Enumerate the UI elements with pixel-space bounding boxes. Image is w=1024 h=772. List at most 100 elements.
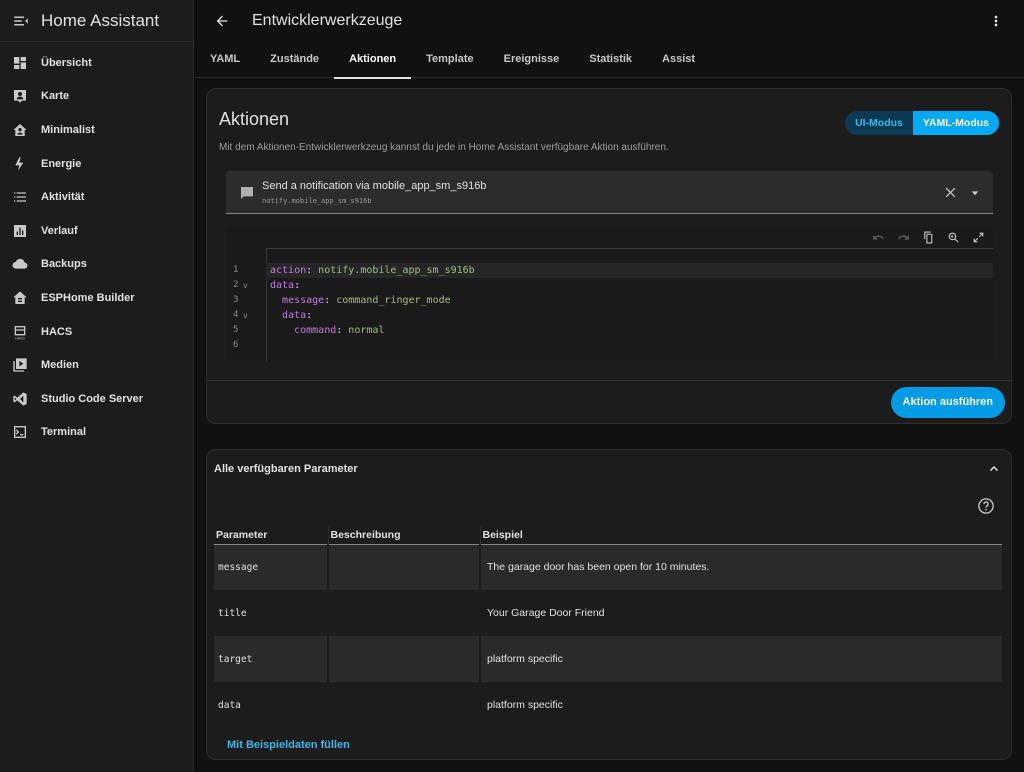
tab-assist[interactable]: Assist bbox=[647, 42, 710, 78]
sidebar-item-hacs[interactable]: HACS HACS bbox=[0, 315, 193, 349]
ui-mode-button[interactable]: UI-Modus bbox=[845, 111, 913, 135]
run-action-button[interactable]: Aktion ausführen bbox=[890, 387, 1005, 418]
sidebar-item-terminal[interactable]: Terminal bbox=[0, 416, 193, 450]
sidebar-item-backups[interactable]: Backups bbox=[0, 248, 193, 282]
sidebar-item-label: Karte bbox=[41, 90, 70, 103]
parameter-name: data bbox=[214, 682, 329, 728]
sidebar-item-minimalist[interactable]: Minimalist bbox=[0, 113, 193, 147]
code-line: 3 message: command_ringer_mode bbox=[226, 293, 993, 308]
line-number: 6 bbox=[233, 340, 239, 350]
code-line: 4v data: bbox=[226, 308, 993, 323]
parameter-description bbox=[328, 590, 481, 636]
redo-icon[interactable] bbox=[897, 231, 910, 244]
table-row: title Your Garage Door Friend bbox=[214, 590, 1004, 636]
sidebar-item-esphome-builder[interactable]: ESPHome Builder bbox=[0, 281, 193, 315]
sidebar-item-label: Backups bbox=[41, 258, 87, 271]
yaml-code-editor[interactable]: 1 action: notify.mobile_app_sm_s916b 2 v dat… bbox=[226, 227, 993, 361]
code-line: 1 action: notify.mobile_app_sm_s916b bbox=[233, 263, 993, 278]
parameter-example: platform specific bbox=[480, 636, 1004, 682]
search-replace-icon[interactable] bbox=[947, 231, 960, 244]
yaml-key: data bbox=[282, 310, 307, 321]
sidebar-item-aktivitaet[interactable]: Aktivität bbox=[0, 180, 193, 214]
tab-aktionen[interactable]: Aktionen bbox=[334, 42, 412, 79]
tab-zustaende[interactable]: Zustände bbox=[255, 42, 334, 78]
sidebar-item-verlauf[interactable]: Verlauf bbox=[0, 214, 193, 248]
sidebar-item-label: Verlauf bbox=[41, 224, 78, 237]
more-vertical-icon[interactable] bbox=[988, 13, 1004, 29]
table-row: target platform specific bbox=[214, 636, 1004, 682]
column-header: Beschreibung bbox=[328, 527, 481, 545]
sidebar-item-uebersicht[interactable]: Übersicht bbox=[0, 46, 193, 80]
editor-toolbar bbox=[872, 231, 985, 244]
tab-statistik[interactable]: Statistik bbox=[574, 42, 647, 78]
column-header: Beispiel bbox=[480, 527, 1003, 545]
code-line: 2 v data: bbox=[226, 278, 993, 293]
sidebar-item-studio-code-server[interactable]: Studio Code Server bbox=[0, 382, 193, 416]
esphome-icon bbox=[12, 290, 28, 306]
column-header: Parameter bbox=[214, 527, 329, 545]
code-text: data: bbox=[270, 280, 301, 291]
card-title: Aktionen bbox=[219, 109, 290, 129]
code-line: 6 bbox=[226, 338, 993, 353]
parameter-name: message bbox=[214, 544, 329, 590]
action-picker[interactable]: Send a notification via mobile_app_sm_s9… bbox=[226, 171, 993, 214]
menu-collapse-icon[interactable] bbox=[12, 12, 30, 30]
map-person-icon bbox=[12, 88, 28, 104]
parameter-description bbox=[328, 636, 481, 682]
sidebar-item-label: Studio Code Server bbox=[41, 392, 144, 405]
sidebar-title: Home Assistant bbox=[41, 10, 160, 30]
line-number: 3 bbox=[233, 295, 239, 305]
yaml-key: data bbox=[270, 280, 295, 291]
sidebar-list: Übersicht Karte Minimalist Energie Aktiv… bbox=[0, 46, 193, 449]
console-icon bbox=[12, 424, 28, 440]
fold-toggle-icon[interactable]: v bbox=[243, 308, 248, 323]
fold-toggle-icon[interactable]: v bbox=[243, 278, 248, 293]
tab-template[interactable]: Template bbox=[411, 42, 488, 78]
list-icon bbox=[12, 189, 28, 205]
yaml-value: command_ringer_mode bbox=[336, 295, 451, 306]
code-line: 5 command: normal bbox=[226, 323, 993, 338]
actions-card: Aktionen Mit dem Aktionen-Entwicklerwerk… bbox=[206, 88, 1012, 424]
undo-icon[interactable] bbox=[872, 231, 885, 244]
parameter-example: Your Garage Door Friend bbox=[480, 590, 1004, 636]
sidebar-item-energie[interactable]: Energie bbox=[0, 147, 193, 181]
sidebar-item-medien[interactable]: Medien bbox=[0, 348, 193, 382]
table-row: data platform specific bbox=[214, 682, 1004, 728]
chevron-up-icon[interactable] bbox=[988, 463, 1000, 475]
fullscreen-icon[interactable] bbox=[972, 231, 985, 244]
sidebar-item-label: Aktivität bbox=[41, 191, 85, 204]
sidebar-item-label: Energie bbox=[41, 157, 82, 170]
arrow-left-icon[interactable] bbox=[214, 13, 230, 29]
code-text: command: normal bbox=[294, 325, 385, 336]
sidebar-item-karte[interactable]: Karte bbox=[0, 80, 193, 114]
parameter-description bbox=[328, 544, 481, 590]
editor-lines: 1 action: notify.mobile_app_sm_s916b 2 v dat… bbox=[226, 263, 993, 353]
cloud-icon bbox=[12, 256, 28, 272]
parameters-title[interactable]: Alle verfügbaren Parameter bbox=[214, 463, 358, 475]
page-title: Entwicklerwerkzeuge bbox=[252, 12, 403, 29]
help-circle-icon[interactable] bbox=[977, 497, 995, 515]
parameter-description bbox=[328, 682, 481, 728]
tab-ereignisse[interactable]: Ereignisse bbox=[489, 42, 575, 78]
yaml-key: message bbox=[282, 295, 325, 306]
copy-icon[interactable] bbox=[922, 231, 935, 244]
tab-yaml[interactable]: YAML bbox=[195, 42, 255, 78]
parameter-example: The garage door has been open for 10 min… bbox=[480, 544, 1004, 590]
card-description: Mit dem Aktionen-Entwicklerwerkzeug kann… bbox=[219, 142, 669, 153]
vscode-icon bbox=[12, 391, 28, 407]
yaml-mode-button[interactable]: YAML-Modus bbox=[912, 111, 999, 135]
hacs-icon: HACS bbox=[12, 324, 28, 340]
code-text: message: command_ringer_mode bbox=[282, 295, 451, 306]
close-icon[interactable] bbox=[944, 186, 957, 199]
fill-example-data-link[interactable]: Mit Beispieldaten füllen bbox=[227, 739, 350, 751]
chart-box-icon bbox=[12, 223, 28, 239]
lightning-icon bbox=[12, 156, 28, 172]
yaml-value: normal bbox=[348, 325, 385, 336]
sidebar-item-label: Minimalist bbox=[41, 123, 95, 136]
action-id: notify.mobile_app_sm_s916b bbox=[262, 197, 372, 205]
editor-divider bbox=[266, 248, 993, 249]
sidebar-item-label: HACS bbox=[41, 325, 73, 338]
parameters-table: Parameter Beschreibung Beispiel message … bbox=[214, 527, 1004, 728]
table-row: message The garage door has been open fo… bbox=[214, 544, 1004, 590]
caret-down-icon[interactable] bbox=[971, 189, 979, 197]
